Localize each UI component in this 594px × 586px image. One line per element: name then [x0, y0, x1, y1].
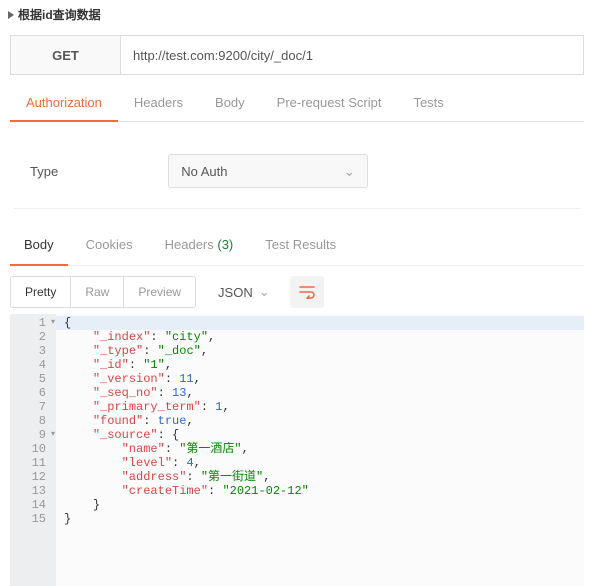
resp-tab-headers-count: (3): [217, 237, 233, 252]
view-preview-button[interactable]: Preview: [124, 277, 195, 307]
request-tabs: Authorization Headers Body Pre-request S…: [10, 85, 584, 122]
view-pretty-button[interactable]: Pretty: [11, 277, 71, 307]
method-select[interactable]: GET: [11, 36, 121, 74]
line-gutter: 123456789101112131415: [10, 314, 56, 586]
view-raw-button[interactable]: Raw: [71, 277, 124, 307]
panel-header[interactable]: 根据id查询数据: [0, 0, 594, 29]
panel-title: 根据id查询数据: [18, 6, 101, 23]
resp-tab-body[interactable]: Body: [10, 225, 68, 266]
collapse-triangle-icon: [8, 11, 14, 19]
chevron-down-icon: ⌄: [343, 163, 355, 180]
format-label: JSON: [218, 285, 253, 300]
request-row: GET: [10, 35, 584, 75]
resp-tab-cookies[interactable]: Cookies: [72, 225, 147, 265]
auth-type-select[interactable]: No Auth ⌄: [168, 154, 368, 188]
tab-authorization[interactable]: Authorization: [10, 85, 118, 122]
resp-tab-test-results[interactable]: Test Results: [251, 225, 350, 265]
tab-headers[interactable]: Headers: [118, 85, 199, 121]
resp-tab-headers[interactable]: Headers (3): [151, 225, 248, 265]
tab-tests[interactable]: Tests: [397, 85, 459, 121]
format-select[interactable]: JSON ⌄: [206, 276, 282, 308]
view-mode-group: Pretty Raw Preview: [10, 276, 196, 308]
url-input[interactable]: [121, 36, 583, 74]
response-tabs: Body Cookies Headers (3) Test Results: [10, 225, 584, 266]
auth-section: Type No Auth ⌄: [14, 138, 580, 209]
resp-tab-headers-label: Headers: [165, 237, 214, 252]
chevron-down-icon: ⌄: [259, 284, 270, 300]
auth-type-label: Type: [30, 164, 58, 179]
method-label: GET: [52, 48, 79, 63]
wrap-icon: [299, 285, 315, 299]
response-body: 123456789101112131415 { "_index": "city"…: [10, 314, 584, 586]
auth-type-value: No Auth: [181, 164, 227, 179]
wrap-lines-button[interactable]: [290, 276, 324, 308]
tab-body[interactable]: Body: [199, 85, 261, 121]
tab-pre-request[interactable]: Pre-request Script: [261, 85, 398, 121]
view-controls: Pretty Raw Preview JSON ⌄: [10, 276, 584, 308]
code-view[interactable]: { "_index": "city", "_type": "_doc", "_i…: [56, 314, 584, 586]
